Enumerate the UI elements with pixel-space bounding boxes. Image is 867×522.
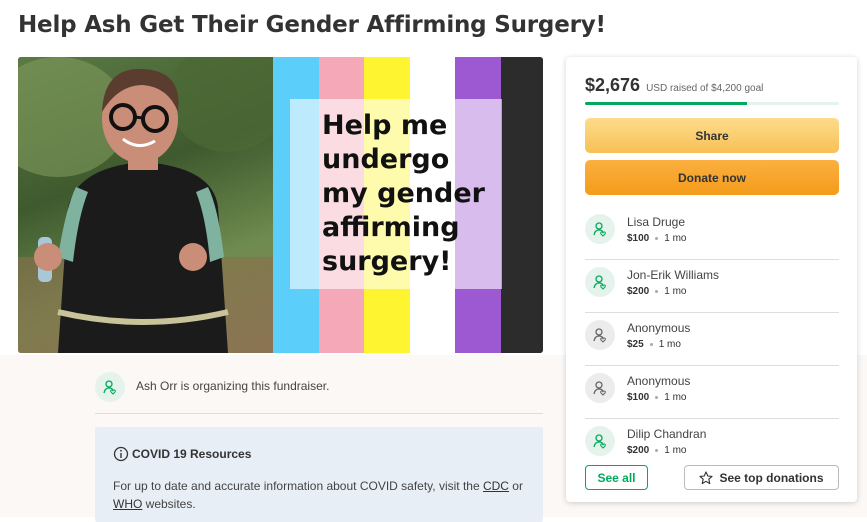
goal-text: USD raised of $4,200 goal (646, 83, 764, 94)
donation-time: 1 mo (664, 286, 687, 297)
donor-name: Dilip Chandran (627, 427, 707, 441)
covid-body-suffix: websites. (142, 497, 196, 511)
separator-dot (655, 449, 659, 452)
donation-meta: $100 1 mo (627, 233, 686, 244)
person-heart-icon (585, 214, 615, 244)
campaign-hero-image[interactable]: Help me undergo my gender affirming surg… (18, 57, 543, 353)
separator-dot (655, 237, 659, 240)
donor-name: Jon-Erik Williams (627, 268, 720, 282)
donor-name: Anonymous (627, 321, 691, 335)
donation-item: Anonymous $25 1 mo (585, 312, 839, 366)
separator-dot (655, 396, 659, 399)
person-heart-icon (585, 320, 615, 350)
donation-time: 1 mo (658, 339, 681, 350)
person-photo-illustration (18, 57, 288, 353)
cdc-link[interactable]: CDC (483, 479, 509, 493)
donation-time: 1 mo (664, 233, 687, 244)
progress-bar (585, 102, 839, 105)
info-circle-icon (113, 446, 129, 462)
who-link[interactable]: WHO (113, 497, 142, 511)
donation-meta: $200 1 mo (627, 286, 686, 297)
donation-time: 1 mo (664, 392, 687, 403)
person-heart-icon (585, 373, 615, 403)
donor-name: Anonymous (627, 374, 691, 388)
separator-dot (655, 290, 659, 293)
flag-stripe (500, 57, 543, 353)
donation-amount: $200 (627, 445, 650, 456)
campaign-title: Help Ash Get Their Gender Affirming Surg… (18, 12, 606, 38)
image-caption-text: Help me undergo my gender affirming surg… (322, 110, 485, 277)
donation-item: Dilip Chandran $200 1 mo (585, 418, 839, 471)
donation-meta: $200 1 mo (627, 445, 686, 456)
donor-name: Lisa Druge (627, 215, 686, 229)
donation-amount: $100 (627, 233, 650, 244)
share-button[interactable]: Share (585, 118, 839, 153)
donation-item: Anonymous $100 1 mo (585, 365, 839, 419)
donate-now-button[interactable]: Donate now (585, 160, 839, 195)
donation-amount: $200 (627, 286, 650, 297)
covid-body-mid: or (508, 479, 523, 493)
amount-raised: $2,676 (585, 75, 641, 95)
donation-time: 1 mo (664, 445, 687, 456)
donation-amount: $25 (627, 339, 644, 350)
image-caption-box: Help me undergo my gender affirming surg… (290, 99, 502, 289)
donation-amount: $100 (627, 392, 650, 403)
covid-body-prefix: For up to date and accurate information … (113, 479, 483, 493)
star-icon (699, 470, 714, 484)
see-all-button[interactable]: See all (585, 465, 648, 490)
donation-item: Jon-Erik Williams $200 1 mo (585, 259, 839, 313)
covid-body: For up to date and accurate information … (113, 477, 533, 513)
person-heart-icon (585, 426, 615, 456)
organizer-text: Ash Orr is organizing this fundraiser. (136, 379, 330, 393)
covid-title: COVID 19 Resources (132, 447, 252, 461)
donation-meta: $25 1 mo (627, 339, 681, 350)
donation-sidebar: $2,676 USD raised of $4,200 goal Share D… (566, 57, 857, 502)
see-top-donations-label: See top donations (719, 470, 824, 485)
donation-meta: $100 1 mo (627, 392, 686, 403)
person-heart-icon (585, 267, 615, 297)
campaign-photo (18, 57, 288, 353)
progress-bar-fill (585, 102, 747, 105)
see-top-donations-button[interactable]: See top donations (684, 465, 839, 490)
donation-item: Lisa Druge $100 1 mo (585, 206, 839, 260)
person-heart-icon (95, 372, 125, 402)
separator-dot (649, 343, 653, 346)
organizer-row[interactable]: Ash Orr is organizing this fundraiser. (95, 370, 543, 414)
covid-resources-panel: COVID 19 Resources For up to date and ac… (95, 427, 543, 522)
